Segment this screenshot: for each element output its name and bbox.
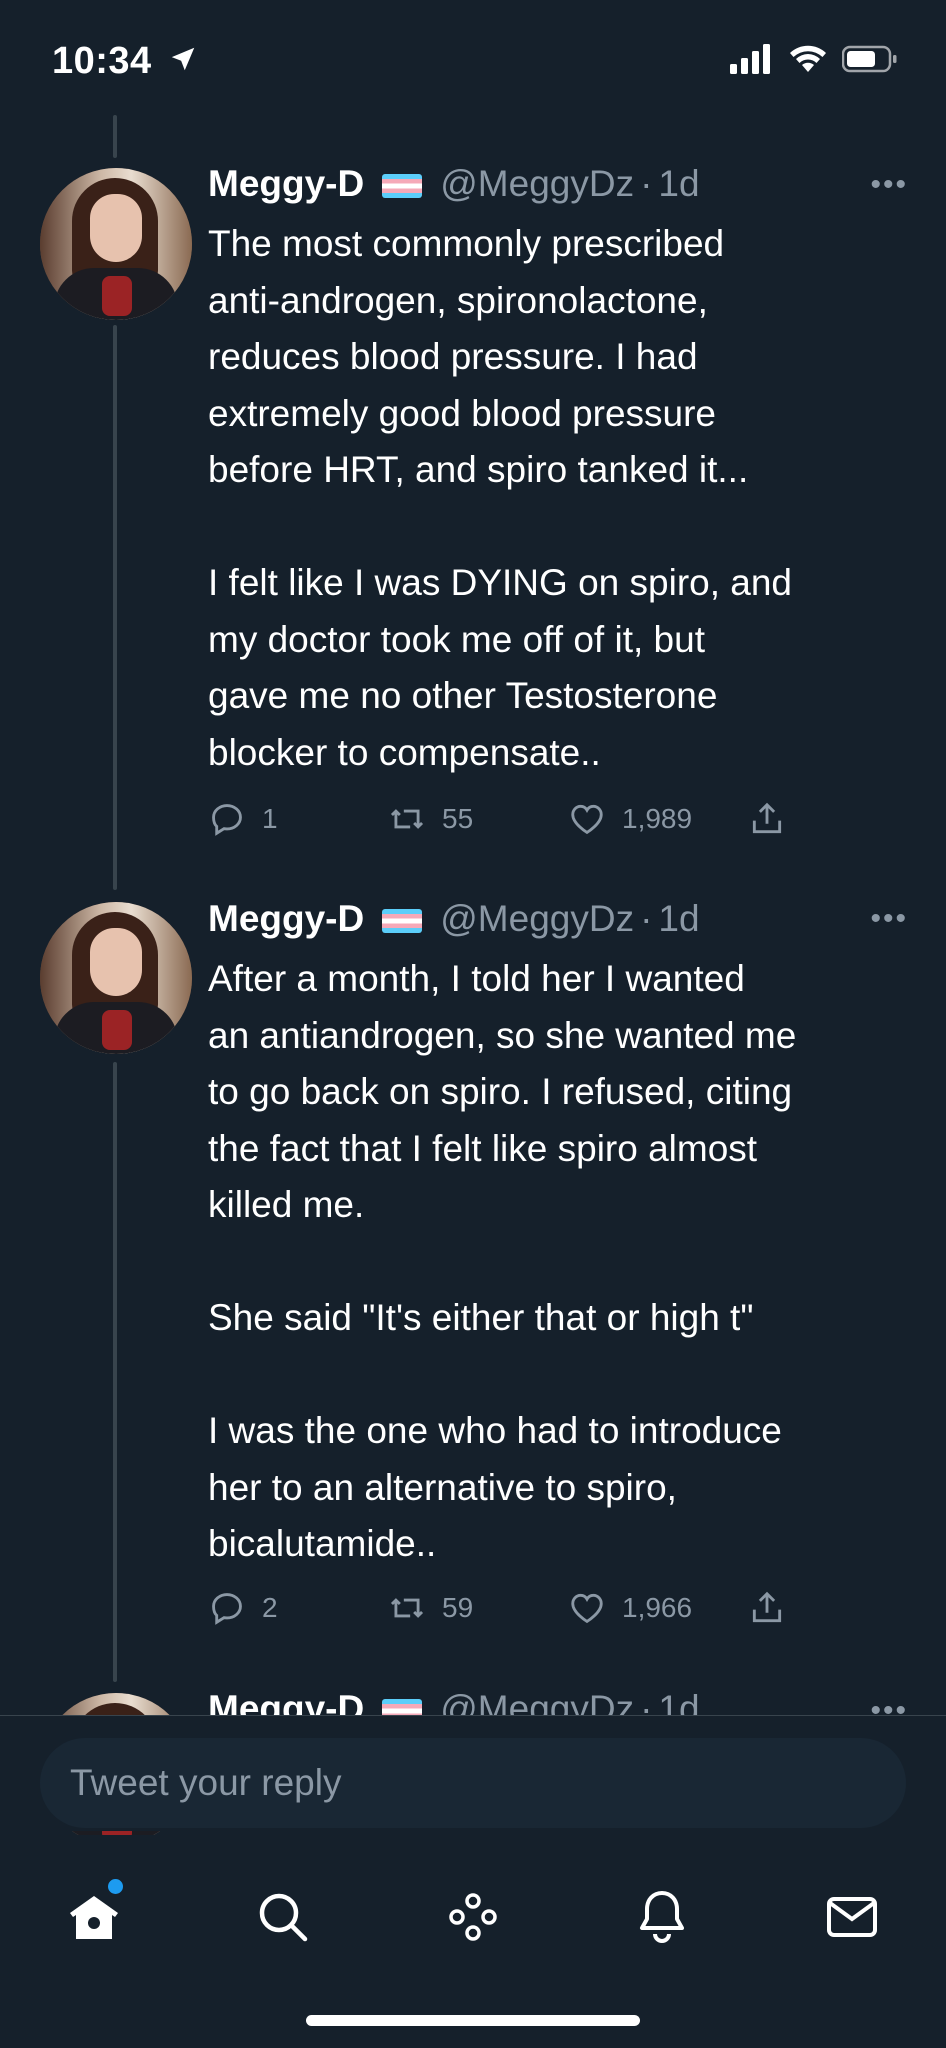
tweet-text: After a month, I told her I wanted an an… xyxy=(208,958,797,1564)
tweet-text: The most commonly prescribed anti-androg… xyxy=(208,223,793,773)
reply-count: 2 xyxy=(262,1592,278,1623)
wifi-icon xyxy=(790,45,826,72)
trans-flag-icon xyxy=(382,174,423,198)
user-handle[interactable]: @MeggyDz xyxy=(440,898,634,940)
cellular-signal-icon xyxy=(730,44,770,74)
home-icon xyxy=(70,1896,118,1939)
spaces-icon xyxy=(449,1893,497,1941)
more-options-icon[interactable]: ••• xyxy=(870,902,908,936)
thread-line xyxy=(113,1062,117,1682)
tab-search[interactable] xyxy=(253,1887,313,1947)
reply-icon xyxy=(212,1593,242,1625)
avatar[interactable] xyxy=(40,168,192,320)
heart-icon xyxy=(571,804,603,835)
timestamp[interactable]: 1d xyxy=(658,898,699,940)
share-icon xyxy=(752,1591,782,1623)
thread-line xyxy=(113,115,117,158)
more-options-icon[interactable]: ••• xyxy=(870,168,908,202)
share-button[interactable] xyxy=(748,800,786,838)
retweet-button[interactable]: 59 xyxy=(388,1589,568,1627)
thread-line xyxy=(113,325,117,890)
separator: · xyxy=(640,898,653,939)
retweet-icon xyxy=(390,1598,424,1618)
home-notification-dot xyxy=(108,1879,123,1894)
tab-spaces[interactable] xyxy=(443,1887,503,1947)
user-handle[interactable]: @MeggyDz xyxy=(440,163,634,205)
retweet-button[interactable]: 55 xyxy=(388,800,568,838)
home-indicator xyxy=(306,2015,640,2026)
retweet-icon xyxy=(390,809,424,829)
tweet-actions: 2 59 1,966 xyxy=(208,1589,786,1627)
tweet-header: Meggy-D @MeggyDz · 1d xyxy=(208,898,700,940)
reply-button[interactable]: 1 xyxy=(208,800,388,838)
share-button[interactable] xyxy=(748,1589,786,1627)
trans-flag-icon xyxy=(382,909,423,933)
reply-icon xyxy=(212,804,242,836)
tab-messages[interactable] xyxy=(822,1887,882,1947)
messages-icon xyxy=(827,1897,877,1937)
like-count: 1,989 xyxy=(622,803,693,834)
like-count: 1,966 xyxy=(622,1592,693,1623)
status-bar: 10:34 xyxy=(0,0,946,120)
display-name[interactable]: Meggy-D xyxy=(208,163,364,205)
reply-input[interactable] xyxy=(40,1738,906,1828)
heart-icon xyxy=(571,1593,603,1624)
tab-notifications[interactable] xyxy=(632,1887,692,1947)
separator: · xyxy=(640,163,653,204)
status-time: 10:34 xyxy=(52,40,152,82)
status-indicators xyxy=(730,44,898,74)
avatar[interactable] xyxy=(40,902,192,1054)
notifications-icon xyxy=(640,1891,684,1943)
location-arrow-icon xyxy=(171,47,195,71)
reply-count: 1 xyxy=(262,803,278,834)
timestamp[interactable]: 1d xyxy=(658,163,699,205)
like-button[interactable]: 1,966 xyxy=(568,1589,748,1627)
tab-home[interactable] xyxy=(64,1879,124,1947)
share-icon xyxy=(752,802,782,834)
display-name[interactable]: Meggy-D xyxy=(208,898,364,940)
reply-button[interactable]: 2 xyxy=(208,1589,388,1627)
like-button[interactable]: 1,989 xyxy=(568,800,748,838)
retweet-count: 55 xyxy=(442,803,474,834)
tweet-header: Meggy-D @MeggyDz · 1d xyxy=(208,163,700,205)
search-icon xyxy=(259,1893,308,1942)
retweet-count: 59 xyxy=(442,1592,474,1623)
tweet-actions: 1 55 1,989 xyxy=(208,800,786,838)
battery-icon xyxy=(842,45,897,73)
